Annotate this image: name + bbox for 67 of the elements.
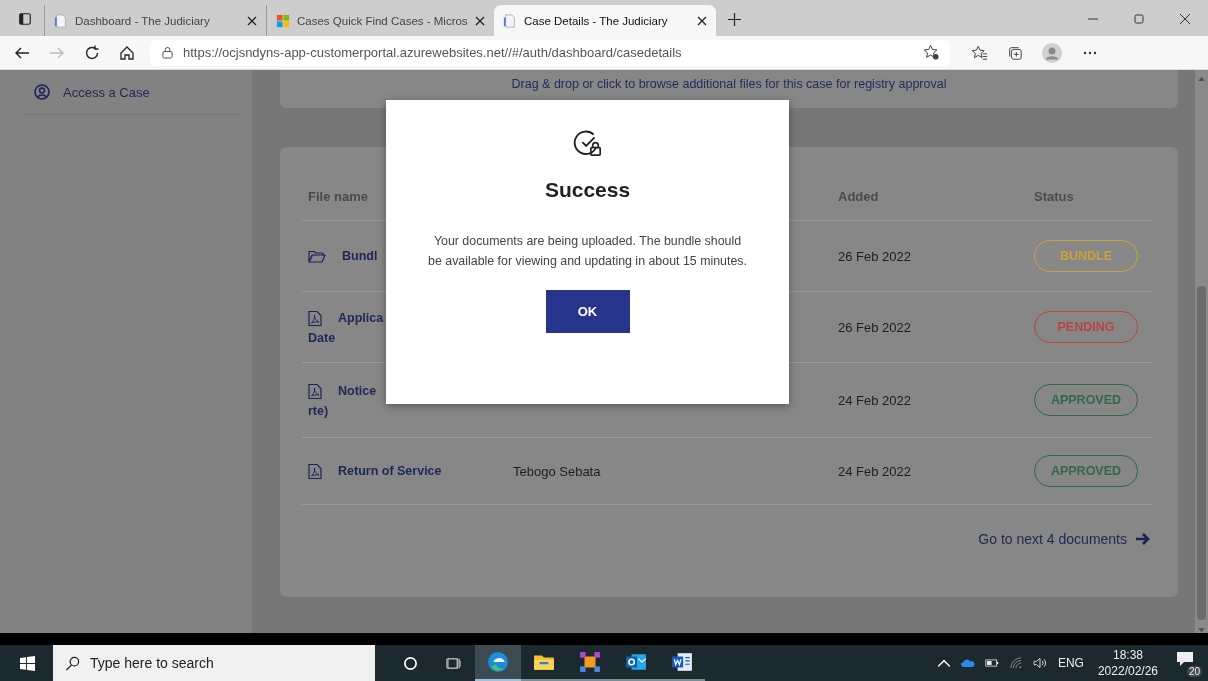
dialog-message: Your documents are being uploaded. The bundle should be available for viewing and updating in about 15 minutes. [427, 233, 748, 270]
ok-button[interactable]: OK [545, 290, 630, 333]
dialog-title: Success [544, 178, 631, 202]
wifi-icon[interactable] [1008, 657, 1023, 669]
file-name-link[interactable]: Notice [338, 384, 377, 398]
folder-icon [308, 249, 326, 263]
scrollbar-thumb[interactable] [1197, 286, 1206, 620]
edge-icon [487, 651, 509, 673]
page-icon [503, 13, 517, 28]
tab-actions-icon[interactable] [18, 12, 32, 26]
profile-avatar-icon[interactable] [1042, 42, 1062, 63]
url-text: https://ocjsndyns-app-customerportal.azurewebsites.net//#/auth/dashboard/casedetails [183, 45, 683, 60]
address-bar[interactable]: https://ocjsndyns-app-customerportal.azurewebsites.net//#/auth/dashboard/casedetails [150, 39, 950, 66]
chevron-up-icon[interactable] [936, 657, 951, 669]
pdf-file-icon [308, 462, 322, 480]
close-icon[interactable] [474, 15, 485, 26]
taskbar-search-field[interactable]: Type here to search [53, 645, 375, 681]
maximize-icon[interactable] [1133, 13, 1145, 25]
notifications-button[interactable]: 20 [1176, 651, 1200, 675]
close-icon[interactable] [247, 15, 257, 26]
mail-app-icon [625, 651, 647, 673]
sidebar-item[interactable]: Access a Case [22, 70, 240, 115]
favorites-icon[interactable] [972, 44, 988, 61]
volume-icon[interactable] [1032, 657, 1047, 669]
file-name-link[interactable]: rte) [308, 403, 507, 418]
notification-count: 20 [1186, 666, 1202, 677]
pdf-file-icon [308, 382, 322, 400]
task-view-icon[interactable] [446, 655, 461, 671]
refresh-icon[interactable] [84, 44, 100, 61]
scrollbar[interactable] [1195, 70, 1208, 633]
chat-bubble-icon [1176, 651, 1194, 667]
cloud-icon[interactable] [960, 657, 975, 669]
cortana-icon[interactable] [403, 655, 418, 671]
user-circle-icon [34, 84, 50, 100]
close-icon[interactable] [1179, 13, 1191, 25]
start-icon[interactable] [20, 655, 35, 671]
search-icon [65, 655, 80, 671]
next-documents-link[interactable]: Go to next 4 documents [978, 531, 1127, 547]
date-added: 24 Feb 2022 [838, 392, 911, 408]
column-header: File name [307, 188, 369, 204]
connected-squares-icon [579, 651, 601, 673]
clock[interactable]: 18:38 2022/02/26 [1097, 647, 1158, 679]
document-app-icon [671, 651, 693, 673]
add-favorite-icon[interactable] [923, 44, 940, 61]
close-icon[interactable] [697, 15, 707, 26]
column-header: Added [837, 188, 880, 204]
upload-card[interactable]: Drag & drop or click to browse additional files for this case for registry approval [280, 70, 1178, 108]
column-header: Status [1033, 188, 1075, 204]
arrow-right-icon[interactable] [1135, 532, 1151, 546]
language-indicator[interactable]: ENG [1057, 656, 1084, 670]
four-squares-icon [276, 13, 290, 28]
lock-icon [162, 46, 173, 59]
battery-icon[interactable] [984, 657, 999, 669]
new-tab-icon[interactable] [728, 12, 741, 26]
home-icon[interactable] [119, 44, 135, 61]
pdf-file-icon [308, 309, 322, 327]
file-name-link[interactable]: Applica [338, 311, 384, 325]
date-added: 26 Feb 2022 [838, 248, 911, 264]
uploader-name: Tebogo Sebata [513, 463, 601, 479]
browser-tab[interactable]: Case Details - The Judiciary [494, 5, 716, 36]
file-name-link[interactable]: Return of Service [338, 464, 442, 478]
date-added: 26 Feb 2022 [838, 319, 911, 335]
collections-icon[interactable] [1007, 44, 1023, 61]
date-added: 24 Feb 2022 [838, 463, 911, 479]
page-icon [54, 13, 68, 28]
file-name-link[interactable]: Bundl [342, 249, 378, 263]
check-lock-icon [572, 128, 603, 158]
